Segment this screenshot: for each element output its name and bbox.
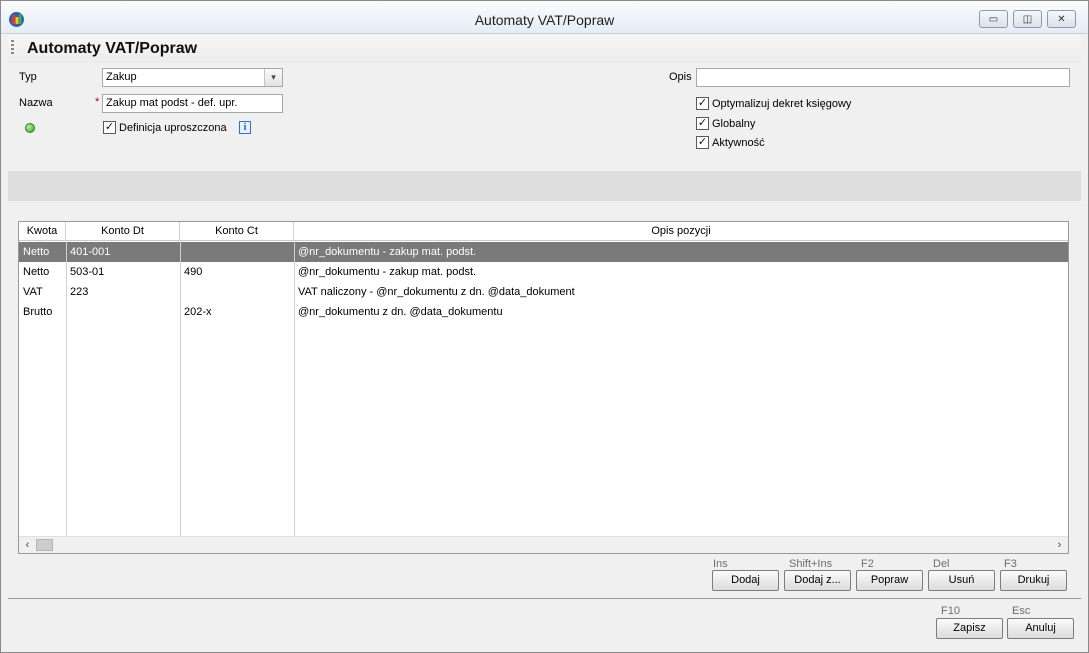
cell-konto-ct: 202-x: [184, 306, 212, 318]
chevron-down-icon[interactable]: ▾: [264, 69, 282, 86]
typ-label: Typ: [19, 71, 37, 83]
cell-kwota: Netto: [23, 266, 50, 278]
cell-konto-ct: 490: [184, 266, 203, 278]
check-icon: ✓: [696, 117, 709, 130]
popraw-shortcut: F2: [861, 558, 874, 570]
maximize-button[interactable]: ◫: [1013, 10, 1042, 28]
close-icon: ✕: [1057, 13, 1066, 25]
optymalizuj-checkbox[interactable]: ✓ Optymalizuj dekret księgowy: [696, 97, 851, 110]
typ-select[interactable]: Zakup ▾: [102, 68, 283, 87]
close-button[interactable]: ✕: [1047, 10, 1076, 28]
toolbar-grip-icon[interactable]: [11, 40, 14, 56]
optymalizuj-label: Optymalizuj dekret księgowy: [712, 97, 852, 110]
dodaj-shortcut: Ins: [713, 558, 728, 570]
column-divider: [66, 241, 67, 537]
usun-shortcut: Del: [933, 558, 950, 570]
aktywnosc-label: Aktywność: [712, 136, 765, 149]
scrollbar-thumb[interactable]: [36, 539, 53, 551]
table-row[interactable]: Netto 401-001 @nr_dokumentu - zakup mat.…: [19, 242, 1068, 262]
column-divider: [180, 241, 181, 537]
positions-grid: Kwota Konto Dt Konto Ct Opis pozycji Net…: [18, 221, 1069, 554]
separator-band: [8, 171, 1081, 201]
cell-opis: @nr_dokumentu - zakup mat. podst.: [298, 246, 477, 258]
cell-konto-dt: 401-001: [70, 246, 111, 258]
cell-konto-ct: [180, 242, 294, 262]
cell-konto-dt: [66, 302, 180, 322]
table-row[interactable]: Netto 503-01 490 @nr_dokumentu - zakup m…: [19, 262, 1068, 282]
cell-opis: @nr_dokumentu - zakup mat. podst.: [298, 266, 477, 278]
nazwa-label: Nazwa: [19, 97, 53, 109]
aktywnosc-checkbox[interactable]: ✓ Aktywność: [696, 136, 765, 149]
zapisz-button[interactable]: Zapisz: [936, 618, 1003, 639]
title-bar[interactable]: Automaty VAT/Popraw ▭ ◫ ✕: [1, 1, 1088, 34]
globalny-checkbox[interactable]: ✓ Globalny: [696, 117, 755, 130]
dodaj-z-shortcut: Shift+Ins: [789, 558, 833, 570]
cell-kwota: Brutto: [23, 306, 53, 318]
column-header-konto-dt[interactable]: Konto Dt: [66, 222, 180, 241]
anuluj-button[interactable]: Anuluj: [1007, 618, 1074, 639]
column-header-opis[interactable]: Opis pozycji: [294, 222, 1068, 241]
table-row[interactable]: Brutto 202-x @nr_dokumentu z dn. @data_d…: [19, 302, 1068, 322]
table-row[interactable]: VAT 223 VAT naliczony - @nr_dokumentu z …: [19, 282, 1068, 302]
minimize-icon: ▭: [988, 13, 999, 25]
anuluj-shortcut: Esc: [1012, 605, 1031, 617]
cell-konto-ct: [180, 282, 294, 302]
cell-konto-dt: 223: [70, 286, 89, 298]
form-area: Typ Zakup ▾ Nazwa * Zakup mat podst - de…: [8, 63, 1081, 171]
check-icon: ✓: [696, 97, 709, 110]
typ-select-value: Zakup: [106, 71, 137, 83]
check-icon: ✓: [103, 121, 116, 134]
nazwa-input[interactable]: Zakup mat podst - def. upr.: [102, 94, 283, 113]
window-title: Automaty VAT/Popraw: [474, 12, 615, 28]
cell-kwota: VAT: [23, 286, 43, 298]
popraw-button[interactable]: Popraw: [856, 570, 923, 591]
column-divider: [294, 241, 295, 537]
definicja-label: Definicja uproszczona: [119, 121, 227, 134]
dialog-window: Automaty VAT/Popraw ▭ ◫ ✕ Automaty VAT/P…: [0, 0, 1089, 653]
drukuj-shortcut: F3: [1004, 558, 1017, 570]
horizontal-scrollbar[interactable]: ‹ ›: [19, 536, 1068, 553]
required-marker: *: [95, 96, 100, 108]
info-icon[interactable]: i: [239, 121, 251, 134]
zapisz-shortcut: F10: [941, 605, 960, 617]
cell-opis: @nr_dokumentu z dn. @data_dokumentu: [298, 306, 503, 318]
globalny-label: Globalny: [712, 117, 756, 130]
cell-kwota: Netto: [23, 246, 50, 258]
scroll-left-icon[interactable]: ‹: [20, 538, 35, 553]
definicja-checkbox[interactable]: ✓ Definicja uproszczona: [103, 121, 227, 134]
cell-konto-dt: 503-01: [70, 266, 105, 278]
check-icon: ✓: [696, 136, 709, 149]
header-strip: Automaty VAT/Popraw: [8, 35, 1081, 63]
column-header-kwota[interactable]: Kwota: [19, 222, 66, 241]
status-indicator-icon: [25, 123, 35, 133]
usun-button[interactable]: Usuń: [928, 570, 995, 591]
scroll-right-icon[interactable]: ›: [1052, 538, 1067, 553]
column-header-konto-ct[interactable]: Konto Ct: [180, 222, 294, 241]
drukuj-button[interactable]: Drukuj: [1000, 570, 1067, 591]
restore-icon: ◫: [1022, 13, 1033, 25]
grid-header: Kwota Konto Dt Konto Ct Opis pozycji: [19, 222, 1068, 241]
dodaj-button[interactable]: Dodaj: [712, 570, 779, 591]
opis-input[interactable]: [696, 68, 1070, 87]
page-title: Automaty VAT/Popraw: [27, 40, 198, 57]
cell-opis: VAT naliczony - @nr_dokumentu z dn. @dat…: [298, 286, 575, 298]
minimize-button[interactable]: ▭: [979, 10, 1008, 28]
opis-label: Opis: [669, 71, 692, 83]
dodaj-z-button[interactable]: Dodaj z...: [784, 570, 851, 591]
